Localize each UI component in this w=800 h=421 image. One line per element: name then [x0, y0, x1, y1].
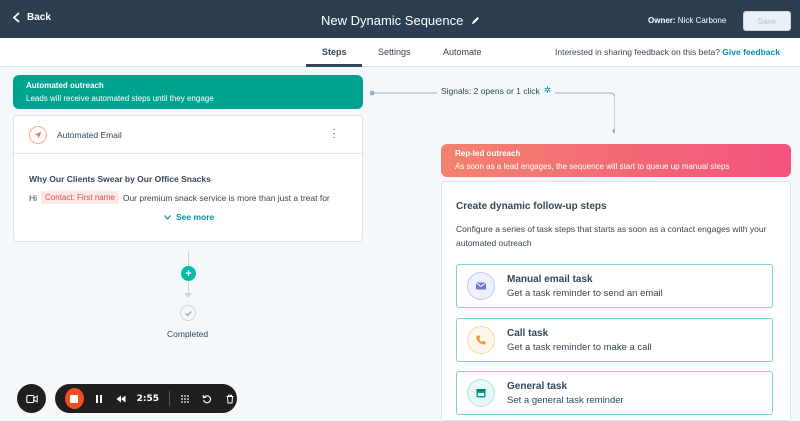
top-bar: Back New Dynamic Sequence Owner: Nick Ca… [0, 0, 800, 38]
completed-label: Completed [167, 329, 209, 339]
tab-settings[interactable]: Settings [378, 47, 411, 57]
send-icon [29, 125, 47, 144]
email-card-header: Automated Email · · · [14, 116, 362, 154]
email-body-text: Our premium snack service is more than j… [122, 192, 330, 203]
tab-bar: Steps Settings Automate Interested in sh… [0, 38, 800, 67]
grid-dots-icon [181, 394, 189, 403]
trash-icon [226, 394, 234, 403]
add-step-button[interactable]: + [181, 266, 196, 281]
rep-led-outreach-banner: Rep-led outreach As soon as a lead engag… [441, 144, 791, 177]
back-label: Back [27, 12, 51, 23]
task-text: Manual email task Get a task reminder to… [507, 274, 663, 299]
task-name: General task [507, 380, 568, 392]
followup-title: Create dynamic follow-up steps [456, 201, 607, 212]
owner-info: Owner: Nick Carbone [648, 16, 726, 25]
email-greeting: Hi [29, 192, 38, 203]
envelope-icon [467, 272, 495, 300]
sequence-title-text: New Dynamic Sequence [321, 13, 464, 28]
feedback-text: Interested in sharing feedback on this b… [555, 47, 720, 57]
email-subject: Why Our Clients Swear by Our Office Snac… [29, 174, 211, 184]
automated-outreach-banner: Automated outreach Leads will receive au… [13, 75, 363, 109]
rep-led-title: Rep-led outreach [455, 149, 521, 158]
task-description: Get a task reminder to send an email [507, 287, 663, 299]
signals-text: Signals: 2 opens or 1 click [441, 85, 540, 96]
save-button[interactable]: Save [743, 11, 791, 31]
general-task-option[interactable]: General task Set a general task reminder [456, 371, 773, 415]
restart-button[interactable] [200, 391, 214, 407]
automated-email-card[interactable]: Automated Email · · · Why Our Clients Swea… [13, 115, 363, 242]
chevron-down-icon [164, 214, 171, 220]
sequence-title[interactable]: New Dynamic Sequence [321, 13, 480, 28]
active-tab-indicator [306, 64, 362, 67]
personalization-token: Contact: First name [41, 191, 119, 204]
signals-label[interactable]: Signals: 2 opens or 1 click ✲ [437, 85, 556, 96]
email-preview: Hi Contact: First name Our premium snack… [29, 191, 330, 204]
stop-recording-button[interactable] [65, 388, 84, 409]
gear-icon[interactable]: ✲ [544, 85, 552, 96]
give-feedback-link[interactable]: Give feedback [722, 47, 780, 57]
feedback-prompt: Interested in sharing feedback on this b… [555, 47, 780, 57]
owner-name: Nick Carbone [677, 16, 727, 25]
followup-description: Configure a series of task steps that st… [456, 224, 767, 248]
task-name: Manual email task [507, 273, 593, 285]
email-step-label: Automated Email [57, 129, 122, 140]
automated-outreach-title: Automated outreach [26, 81, 104, 90]
stop-icon [70, 394, 79, 403]
back-button[interactable]: Back [12, 12, 51, 23]
owner-label: Owner: [648, 16, 676, 25]
task-text: Call task Get a task reminder to make a … [507, 328, 652, 353]
arrow-down-icon [184, 293, 192, 298]
more-options-icon[interactable]: · · · [332, 125, 336, 143]
see-more-link[interactable]: See more [164, 212, 214, 222]
task-description: Get a task reminder to make a call [507, 341, 652, 353]
video-camera-icon [25, 394, 38, 403]
task-text: General task Set a general task reminder [507, 381, 624, 406]
recording-timer: 2:55 [136, 393, 159, 404]
tab-automate[interactable]: Automate [443, 47, 482, 57]
pause-button[interactable] [92, 391, 106, 407]
rewind-icon [116, 395, 126, 402]
delete-button[interactable] [223, 391, 237, 407]
automated-outreach-subtitle: Leads will receive automated steps until… [26, 94, 214, 103]
rep-led-subtitle: As soon as a lead engages, the sequence … [455, 162, 730, 171]
chevron-left-icon [12, 12, 20, 23]
followup-panel: Create dynamic follow-up steps Configure… [441, 181, 791, 421]
signal-connector [370, 91, 615, 133]
task-name: Call task [507, 327, 549, 339]
recorder-bar: 2:55 [55, 384, 237, 413]
phone-icon [467, 326, 495, 354]
divider [169, 391, 170, 406]
calendar-icon [467, 379, 495, 407]
grid-button[interactable] [178, 391, 192, 407]
pencil-icon[interactable] [471, 16, 480, 25]
call-task-option[interactable]: Call task Get a task reminder to make a … [456, 318, 773, 362]
rewind-button[interactable] [114, 391, 128, 407]
pause-icon [96, 394, 103, 403]
restart-icon [202, 394, 212, 403]
camera-toggle-button[interactable] [17, 384, 46, 413]
tab-steps[interactable]: Steps [322, 47, 347, 57]
check-icon [180, 305, 196, 321]
task-description: Set a general task reminder [507, 394, 624, 406]
manual-email-task-option[interactable]: Manual email task Get a task reminder to… [456, 264, 773, 308]
see-more-label: See more [176, 212, 215, 222]
